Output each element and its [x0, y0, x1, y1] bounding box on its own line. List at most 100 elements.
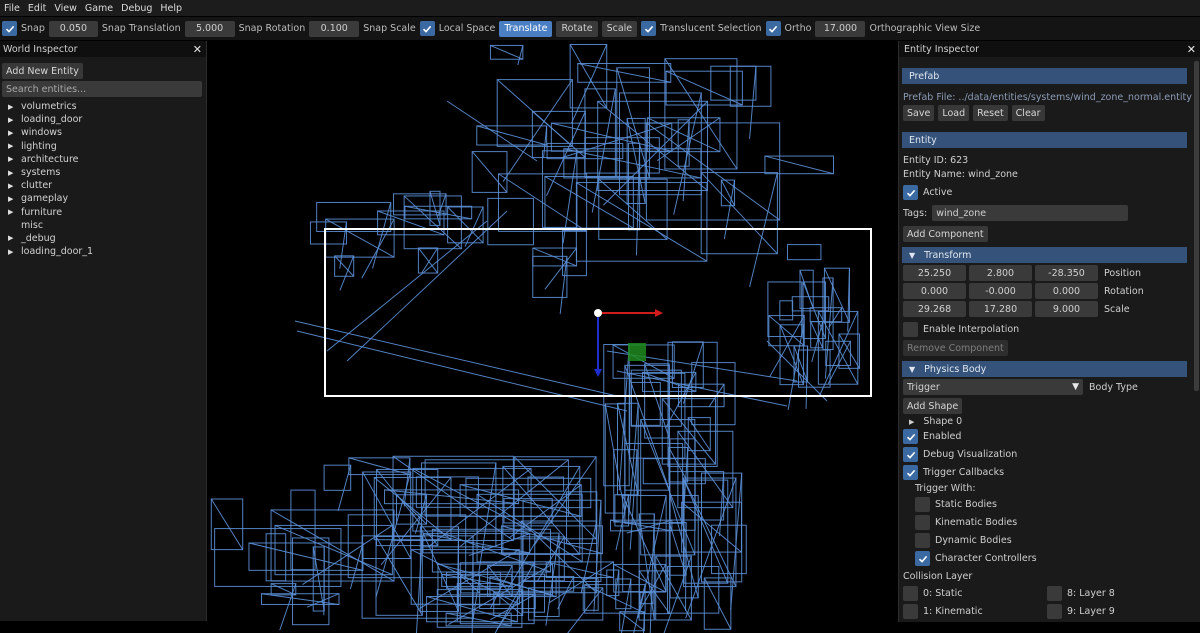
character-controllers-checkbox[interactable]	[915, 551, 930, 566]
entity-inspector-panel: Entity Inspector ✕ Prefab Prefab File: .…	[898, 41, 1200, 622]
prefab-load-button[interactable]: Load	[938, 105, 970, 121]
scale-button[interactable]: Scale	[601, 20, 638, 37]
transform-section-header[interactable]: ▼ Transform	[902, 247, 1187, 263]
expand-triangle-icon[interactable]: ▶	[0, 142, 21, 150]
menu-edit[interactable]: Edit	[24, 3, 50, 14]
add-shape-button[interactable]: Add Shape	[903, 398, 963, 414]
menu-view[interactable]: View	[50, 3, 81, 14]
menu-debug[interactable]: Debug	[117, 3, 156, 14]
expand-triangle-icon[interactable]: ▶	[0, 182, 21, 190]
debug-visualization-checkbox[interactable]	[903, 447, 918, 462]
wireframe-edge	[210, 498, 244, 550]
snap-rotation-input[interactable]: 0.100	[309, 20, 360, 37]
scene-viewport[interactable]	[207, 41, 897, 633]
ortho-checkbox[interactable]	[765, 21, 781, 36]
scrollbar[interactable]	[1194, 61, 1199, 391]
layer-8-checkbox[interactable]	[1047, 586, 1062, 601]
world-inspector-header: World Inspector ✕	[0, 41, 206, 57]
tags-input[interactable]: wind_zone	[932, 205, 1129, 221]
ortho-size-input[interactable]: 17.000	[815, 20, 866, 37]
translucent-selection-label: Translucent Selection	[660, 23, 762, 34]
toolbar: Snap 0.050 Snap Translation 5.000 Snap R…	[0, 17, 1200, 40]
layer-9-checkbox[interactable]	[1047, 604, 1062, 619]
position-x-input[interactable]: 25.250	[903, 265, 966, 281]
add-new-entity-button[interactable]: Add New Entity	[2, 63, 83, 79]
enabled-checkbox[interactable]	[903, 429, 918, 444]
rotation-y-input[interactable]: -0.000	[969, 283, 1032, 299]
snap-input[interactable]: 0.050	[48, 20, 98, 37]
expand-triangle-icon[interactable]: ▶	[0, 169, 21, 177]
expand-triangle-icon[interactable]: ▶	[0, 103, 21, 111]
prefab-save-button[interactable]: Save	[903, 105, 935, 121]
snap-translation-input[interactable]: 5.000	[184, 20, 235, 37]
close-icon[interactable]: ✕	[1187, 43, 1196, 56]
physics-body-section-header[interactable]: ▼ Physics Body	[902, 361, 1187, 377]
gizmo-plane-handle	[628, 343, 646, 361]
expand-triangle-icon[interactable]: ▶	[909, 418, 914, 426]
tree-item-systems[interactable]: ▶ systems	[0, 166, 205, 179]
shape-0-item[interactable]: Shape 0	[923, 416, 962, 427]
tree-item-furniture[interactable]: ▶ furniture	[0, 206, 205, 219]
kinematic-bodies-checkbox[interactable]	[915, 515, 930, 530]
layer-0-checkbox[interactable]	[903, 586, 918, 601]
remove-component-button[interactable]: Remove Component	[903, 340, 1008, 356]
dynamic-bodies-checkbox[interactable]	[915, 533, 930, 548]
wireframe-edge	[683, 479, 729, 584]
prefab-section-header[interactable]: Prefab	[902, 68, 1187, 84]
translate-button[interactable]: Translate	[499, 20, 553, 37]
tree-item-clutter[interactable]: ▶ clutter	[0, 179, 205, 192]
active-checkbox[interactable]	[903, 185, 918, 200]
tree-item-gameplay[interactable]: ▶ gameplay	[0, 192, 205, 205]
wireframe-edge	[337, 465, 352, 512]
expand-triangle-icon[interactable]: ▶	[0, 129, 21, 137]
entity-section-header[interactable]: Entity	[902, 132, 1187, 148]
wireframe-box	[393, 193, 447, 216]
wireframe-box	[316, 201, 392, 232]
tree-item-loading-door[interactable]: ▶ loading_door	[0, 113, 205, 126]
wireframe-box	[323, 464, 352, 491]
position-z-input[interactable]: -28.350	[1035, 265, 1098, 281]
tree-item-architecture[interactable]: ▶ architecture	[0, 153, 205, 166]
tree-item-debug[interactable]: ▶ _debug	[0, 232, 205, 245]
tree-item-misc[interactable]: misc	[0, 219, 205, 232]
expand-triangle-icon[interactable]: ▶	[0, 116, 21, 124]
static-bodies-checkbox[interactable]	[915, 497, 930, 512]
position-y-input[interactable]: 2.800	[969, 265, 1032, 281]
scale-y-input[interactable]: 17.280	[969, 301, 1032, 317]
tree-item-lighting[interactable]: ▶ lighting	[0, 140, 205, 153]
menu-help[interactable]: Help	[156, 3, 186, 14]
prefab-clear-button[interactable]: Clear	[1011, 105, 1045, 121]
trigger-callbacks-checkbox[interactable]	[903, 465, 918, 480]
tree-item-windows[interactable]: ▶ windows	[0, 126, 205, 139]
expand-triangle-icon[interactable]: ▶	[0, 208, 21, 216]
rotate-button[interactable]: Rotate	[556, 20, 598, 37]
expand-triangle-icon[interactable]: ▶	[0, 248, 21, 256]
tree-item-loading-door-1[interactable]: ▶ loading_door_1	[0, 245, 205, 258]
expand-triangle-icon[interactable]: ▶	[0, 234, 21, 242]
translucent-selection-checkbox[interactable]	[641, 21, 657, 36]
scale-z-input[interactable]: 9.000	[1035, 301, 1098, 317]
expand-triangle-icon[interactable]: ▶	[0, 155, 21, 163]
snap-checkbox[interactable]	[2, 21, 17, 36]
tree-item-volumetrics[interactable]: ▶ volumetrics	[0, 100, 205, 113]
menu-file[interactable]: File	[0, 3, 24, 14]
prefab-reset-button[interactable]: Reset	[973, 105, 1008, 121]
local-space-checkbox[interactable]	[419, 21, 435, 36]
entity-id: Entity ID: 623	[903, 155, 969, 166]
menu-game[interactable]: Game	[81, 3, 117, 14]
wireframe-edge	[838, 333, 860, 369]
active-label: Active	[923, 187, 953, 198]
expand-triangle-icon[interactable]: ▶	[0, 195, 21, 203]
search-input[interactable]: Search entities...	[2, 81, 202, 97]
layer-1-checkbox[interactable]	[903, 604, 918, 619]
rotation-x-input[interactable]: 0.000	[903, 283, 966, 299]
add-component-button[interactable]: Add Component	[903, 226, 988, 242]
scale-x-input[interactable]: 29.268	[903, 301, 966, 317]
close-icon[interactable]: ✕	[193, 43, 202, 56]
body-type-select[interactable]: Trigger ▼	[903, 379, 1083, 395]
tree-item-label: clutter	[21, 180, 53, 192]
rotation-z-input[interactable]: 0.000	[1035, 283, 1098, 299]
enable-interpolation-checkbox[interactable]	[903, 322, 918, 337]
tree-item-label: misc	[21, 219, 44, 231]
body-type-label: Body Type	[1089, 381, 1138, 393]
